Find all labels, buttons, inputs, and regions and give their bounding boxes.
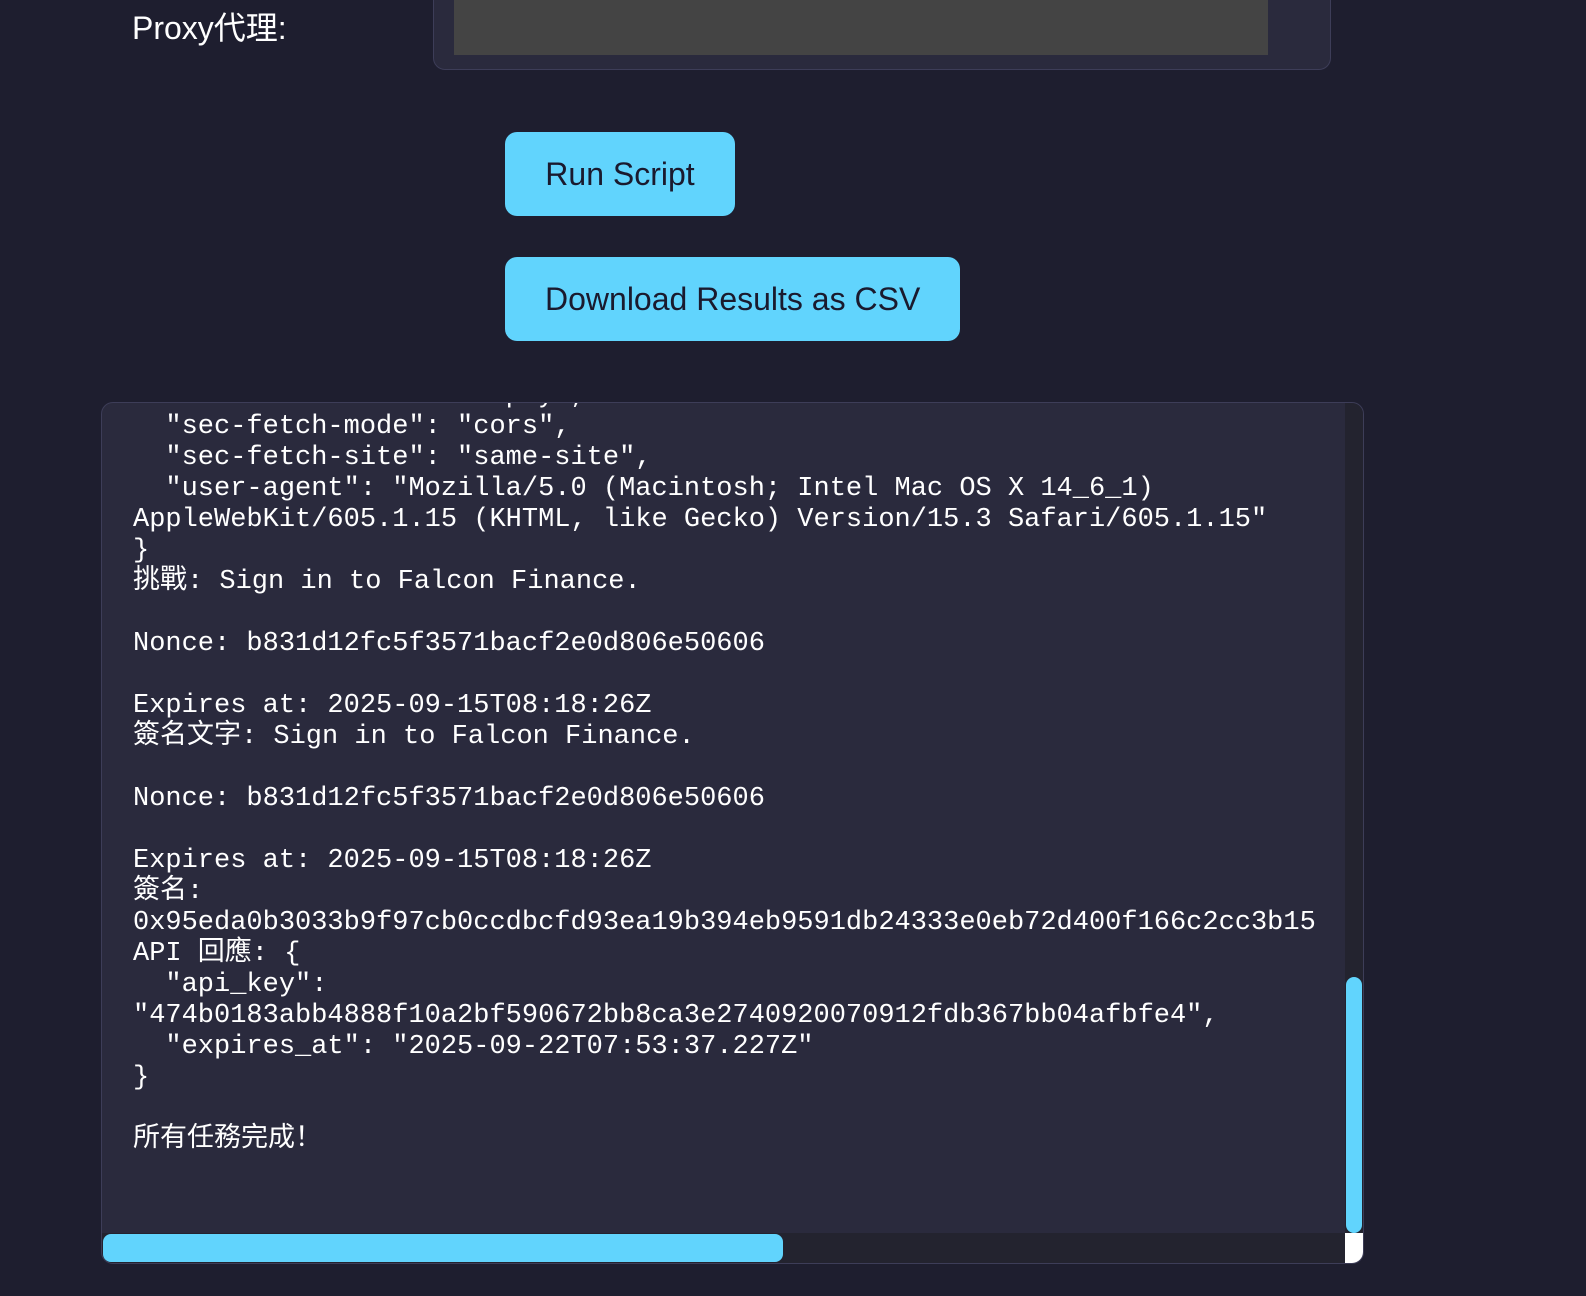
run-script-button[interactable]: Run Script <box>505 132 735 216</box>
horizontal-scrollbar-thumb[interactable] <box>103 1234 783 1262</box>
proxy-label: Proxy代理: <box>132 10 287 46</box>
scrollbar-corner <box>1345 1233 1363 1263</box>
proxy-panel <box>433 0 1331 70</box>
proxy-input[interactable] <box>454 0 1268 55</box>
output-log-text: "sec-fetch-dest": "empty", "sec-fetch-mo… <box>133 403 1316 1155</box>
output-log[interactable]: "sec-fetch-dest": "empty", "sec-fetch-mo… <box>101 402 1364 1264</box>
horizontal-scrollbar[interactable] <box>102 1233 1347 1263</box>
vertical-scrollbar-thumb[interactable] <box>1346 977 1362 1233</box>
download-csv-button[interactable]: Download Results as CSV <box>505 257 960 341</box>
vertical-scrollbar[interactable] <box>1345 403 1363 1235</box>
